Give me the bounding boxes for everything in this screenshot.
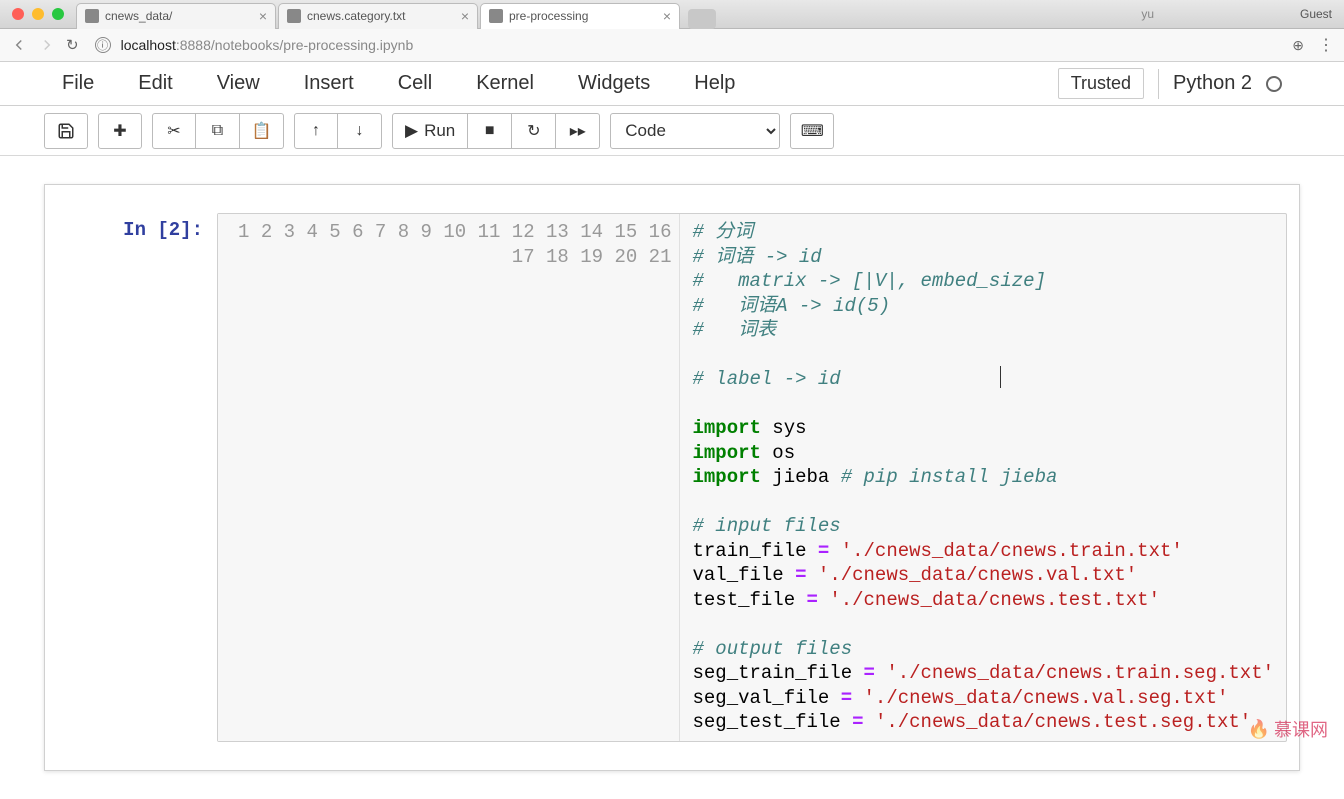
menu-widgets[interactable]: Widgets bbox=[578, 72, 650, 95]
cell-prompt: In [2]: bbox=[57, 213, 217, 742]
watermark: 🔥 慕课网 bbox=[1248, 716, 1328, 742]
close-window-icon[interactable] bbox=[12, 8, 24, 20]
browser-menu-icon[interactable]: ⋮ bbox=[1318, 35, 1334, 55]
jupyter-favicon-icon bbox=[85, 9, 99, 23]
run-label: Run bbox=[424, 121, 455, 141]
tab-title: pre-processing bbox=[509, 9, 588, 23]
cell-input-area[interactable]: 1 2 3 4 5 6 7 8 9 10 11 12 13 14 15 16 1… bbox=[217, 213, 1287, 742]
menu-help[interactable]: Help bbox=[694, 72, 735, 95]
maximize-window-icon[interactable] bbox=[52, 8, 64, 20]
interrupt-button[interactable]: ■ bbox=[468, 113, 512, 149]
move-down-button[interactable]: ↓ bbox=[338, 113, 382, 149]
menu-kernel[interactable]: Kernel bbox=[476, 72, 534, 95]
jupyter-favicon-icon bbox=[489, 9, 503, 23]
new-tab-button[interactable] bbox=[688, 9, 716, 29]
kernel-name[interactable]: Python 2 bbox=[1173, 72, 1252, 95]
url-host: localhost bbox=[121, 37, 176, 53]
browser-tabs: cnews_data/ × cnews.category.txt × pre-p… bbox=[76, 0, 716, 29]
cut-button[interactable]: ✂ bbox=[152, 113, 196, 149]
browser-tab-cnews-data[interactable]: cnews_data/ × bbox=[76, 3, 276, 29]
notebook: In [2]: 1 2 3 4 5 6 7 8 9 10 11 12 13 14… bbox=[44, 184, 1300, 771]
flame-icon: 🔥 bbox=[1248, 719, 1270, 740]
separator bbox=[1158, 69, 1159, 99]
jupyter-favicon-icon bbox=[287, 9, 301, 23]
menu-edit[interactable]: Edit bbox=[138, 72, 172, 95]
run-button[interactable]: ▶ Run bbox=[392, 113, 468, 149]
copy-button[interactable]: ⧉ bbox=[196, 113, 240, 149]
save-button[interactable] bbox=[44, 113, 88, 149]
url-port: :8888 bbox=[176, 37, 211, 53]
code-editor[interactable]: # 分词 # 词语 -> id # matrix -> [|V|, embed_… bbox=[680, 214, 1286, 741]
forward-arrow-icon[interactable] bbox=[38, 36, 56, 54]
restart-button[interactable]: ↻ bbox=[512, 113, 556, 149]
move-up-button[interactable]: ↑ bbox=[294, 113, 338, 149]
tab-title: cnews.category.txt bbox=[307, 9, 405, 23]
trusted-indicator[interactable]: Trusted bbox=[1058, 68, 1144, 99]
address-bar-right: ⊕ ⋮ bbox=[1292, 35, 1334, 55]
kernel-status-icon bbox=[1266, 76, 1282, 92]
menu-insert[interactable]: Insert bbox=[304, 72, 354, 95]
menu-cell[interactable]: Cell bbox=[398, 72, 432, 95]
browser-tab-category-txt[interactable]: cnews.category.txt × bbox=[278, 3, 478, 29]
site-info-icon[interactable]: ⓘ bbox=[95, 37, 111, 53]
close-tab-icon[interactable]: × bbox=[663, 8, 671, 24]
address-bar: ↻ ⓘ localhost:8888/notebooks/pre-process… bbox=[0, 29, 1344, 62]
line-number-gutter: 1 2 3 4 5 6 7 8 9 10 11 12 13 14 15 16 1… bbox=[218, 214, 680, 741]
user-label: yu bbox=[1141, 7, 1154, 21]
paste-button[interactable]: 📋 bbox=[240, 113, 284, 149]
url-text[interactable]: localhost:8888/notebooks/pre-processing.… bbox=[121, 37, 414, 53]
jupyter-menubar: File Edit View Insert Cell Kernel Widget… bbox=[0, 62, 1344, 106]
zoom-icon[interactable]: ⊕ bbox=[1292, 37, 1304, 54]
add-cell-button[interactable]: ✚ bbox=[98, 113, 142, 149]
restart-run-all-button[interactable]: ▸▸ bbox=[556, 113, 600, 149]
command-palette-button[interactable]: ⌨ bbox=[790, 113, 834, 149]
back-arrow-icon[interactable] bbox=[10, 36, 28, 54]
menu-view[interactable]: View bbox=[217, 72, 260, 95]
code-cell[interactable]: In [2]: 1 2 3 4 5 6 7 8 9 10 11 12 13 14… bbox=[57, 213, 1287, 742]
jupyter-toolbar: ✚ ✂ ⧉ 📋 ↑ ↓ ▶ Run ■ ↻ ▸▸ Code ⌨ bbox=[0, 106, 1344, 156]
window-controls bbox=[0, 8, 76, 20]
run-icon: ▶ bbox=[405, 121, 418, 141]
cell-type-select[interactable]: Code bbox=[610, 113, 780, 149]
close-tab-icon[interactable]: × bbox=[461, 8, 469, 24]
reload-icon[interactable]: ↻ bbox=[66, 36, 79, 54]
browser-tab-pre-processing[interactable]: pre-processing × bbox=[480, 3, 680, 29]
guest-label[interactable]: Guest bbox=[1300, 7, 1344, 21]
minimize-window-icon[interactable] bbox=[32, 8, 44, 20]
menu-file[interactable]: File bbox=[62, 72, 94, 95]
text-cursor bbox=[1000, 366, 1001, 388]
tab-title: cnews_data/ bbox=[105, 9, 172, 23]
close-tab-icon[interactable]: × bbox=[259, 8, 267, 24]
browser-tab-bar: cnews_data/ × cnews.category.txt × pre-p… bbox=[0, 0, 1344, 29]
notebook-container: In [2]: 1 2 3 4 5 6 7 8 9 10 11 12 13 14… bbox=[0, 156, 1344, 799]
url-path: /notebooks/pre-processing.ipynb bbox=[211, 37, 413, 53]
watermark-text: 慕课网 bbox=[1274, 716, 1328, 742]
